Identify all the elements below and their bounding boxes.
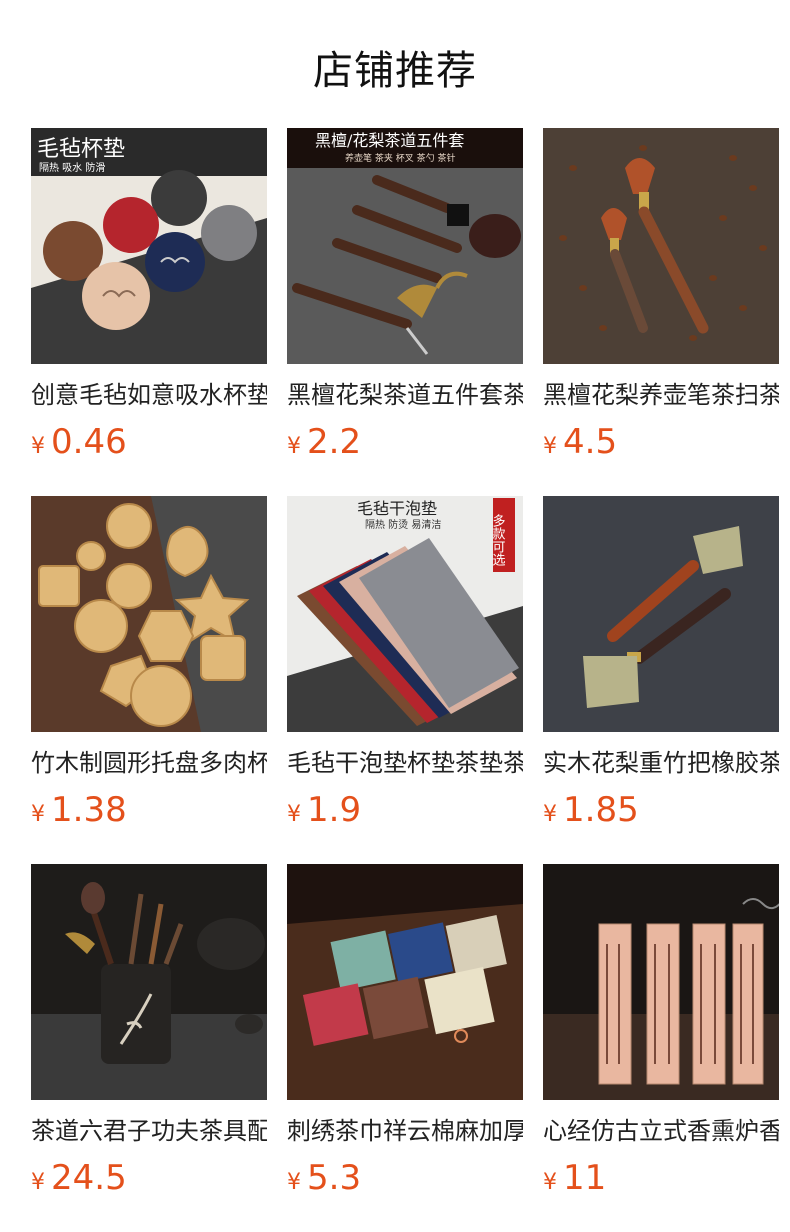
image-badge: 多款可选 [490,513,506,567]
currency-symbol: ¥ [31,1170,45,1195]
product-name[interactable]: 心经仿古立式香熏炉香插 [543,1112,779,1150]
image-subcaption: 隔热 吸水 防滑 [39,161,105,174]
product-price: ¥4.5 [543,420,779,464]
product-image[interactable]: 毛毡杯垫 隔热 吸水 防滑 [31,128,267,364]
image-caption: 毛毡干泡垫 [357,499,437,518]
price-value: 1.85 [563,790,639,830]
product-name[interactable]: 黑檀花梨茶道五件套茶具 [287,376,523,414]
product-image[interactable] [31,496,267,732]
product-price: ¥0.46 [31,420,267,464]
product-card[interactable]: 黑檀花梨养壶笔茶扫茶刷 ¥4.5 [543,128,779,464]
product-price: ¥2.2 [287,420,523,464]
product-card[interactable]: 心经仿古立式香熏炉香插 ¥11 [543,864,779,1200]
currency-symbol: ¥ [287,1170,301,1195]
currency-symbol: ¥ [31,802,45,827]
product-card[interactable]: 毛毡杯垫 隔热 吸水 防滑 创意毛毡如意吸水杯垫 ¥0.46 [31,128,267,464]
product-name[interactable]: 黑檀花梨养壶笔茶扫茶刷 [543,376,779,414]
image-subcaption: 隔热 防烫 易清洁 [365,518,441,531]
product-image[interactable] [543,864,779,1100]
product-card[interactable]: 毛毡干泡垫 隔热 防烫 易清洁 多款可选 毛毡干泡垫杯垫茶垫茶席 ¥1.9 [287,496,523,832]
product-card[interactable]: 刺绣茶巾祥云棉麻加厚茶巾 ¥5.3 [287,864,523,1200]
currency-symbol: ¥ [543,1170,557,1195]
product-name[interactable]: 实木花梨重竹把橡胶茶刮 [543,744,779,782]
currency-symbol: ¥ [543,802,557,827]
product-price: ¥1.9 [287,788,523,832]
product-name[interactable]: 创意毛毡如意吸水杯垫 [31,376,267,414]
product-card[interactable]: 黑檀/花梨茶道五件套 养壶笔 茶夹 杯叉 茶勺 茶针 黑檀花梨茶道五件套茶具 ¥… [287,128,523,464]
currency-symbol: ¥ [287,802,301,827]
product-grid: 毛毡杯垫 隔热 吸水 防滑 创意毛毡如意吸水杯垫 ¥0.46 黑檀/花梨茶道五件 [0,0,790,1232]
product-price: ¥24.5 [31,1156,267,1200]
product-image[interactable] [543,128,779,364]
price-value: 11 [563,1158,607,1198]
price-value: 0.46 [51,422,127,462]
price-value: 1.9 [307,790,362,830]
product-price: ¥5.3 [287,1156,523,1200]
image-caption: 黑檀/花梨茶道五件套 [315,131,464,150]
currency-symbol: ¥ [31,434,45,459]
price-value: 2.2 [307,422,362,462]
product-image[interactable]: 黑檀/花梨茶道五件套 养壶笔 茶夹 杯叉 茶勺 茶针 [287,128,523,364]
image-caption: 毛毡杯垫 [37,137,125,162]
price-value: 24.5 [51,1158,127,1198]
image-subcaption: 养壶笔 茶夹 杯叉 茶勺 茶针 [345,152,455,164]
product-card[interactable]: 茶道六君子功夫茶具配件 ¥24.5 [31,864,267,1200]
price-value: 4.5 [563,422,618,462]
product-card[interactable]: 竹木制圆形托盘多肉杯垫 ¥1.38 [31,496,267,832]
product-image[interactable] [287,864,523,1100]
product-image[interactable] [31,864,267,1100]
currency-symbol: ¥ [543,434,557,459]
price-value: 5.3 [307,1158,362,1198]
product-name[interactable]: 毛毡干泡垫杯垫茶垫茶席 [287,744,523,782]
product-name[interactable]: 刺绣茶巾祥云棉麻加厚茶巾 [287,1112,523,1150]
product-name[interactable]: 茶道六君子功夫茶具配件 [31,1112,267,1150]
currency-symbol: ¥ [287,434,301,459]
product-price: ¥1.85 [543,788,779,832]
product-name[interactable]: 竹木制圆形托盘多肉杯垫 [31,744,267,782]
product-card[interactable]: 实木花梨重竹把橡胶茶刮 ¥1.85 [543,496,779,832]
product-price: ¥1.38 [31,788,267,832]
product-price: ¥11 [543,1156,779,1200]
price-value: 1.38 [51,790,127,830]
product-image[interactable] [543,496,779,732]
product-image[interactable]: 毛毡干泡垫 隔热 防烫 易清洁 多款可选 [287,496,523,732]
